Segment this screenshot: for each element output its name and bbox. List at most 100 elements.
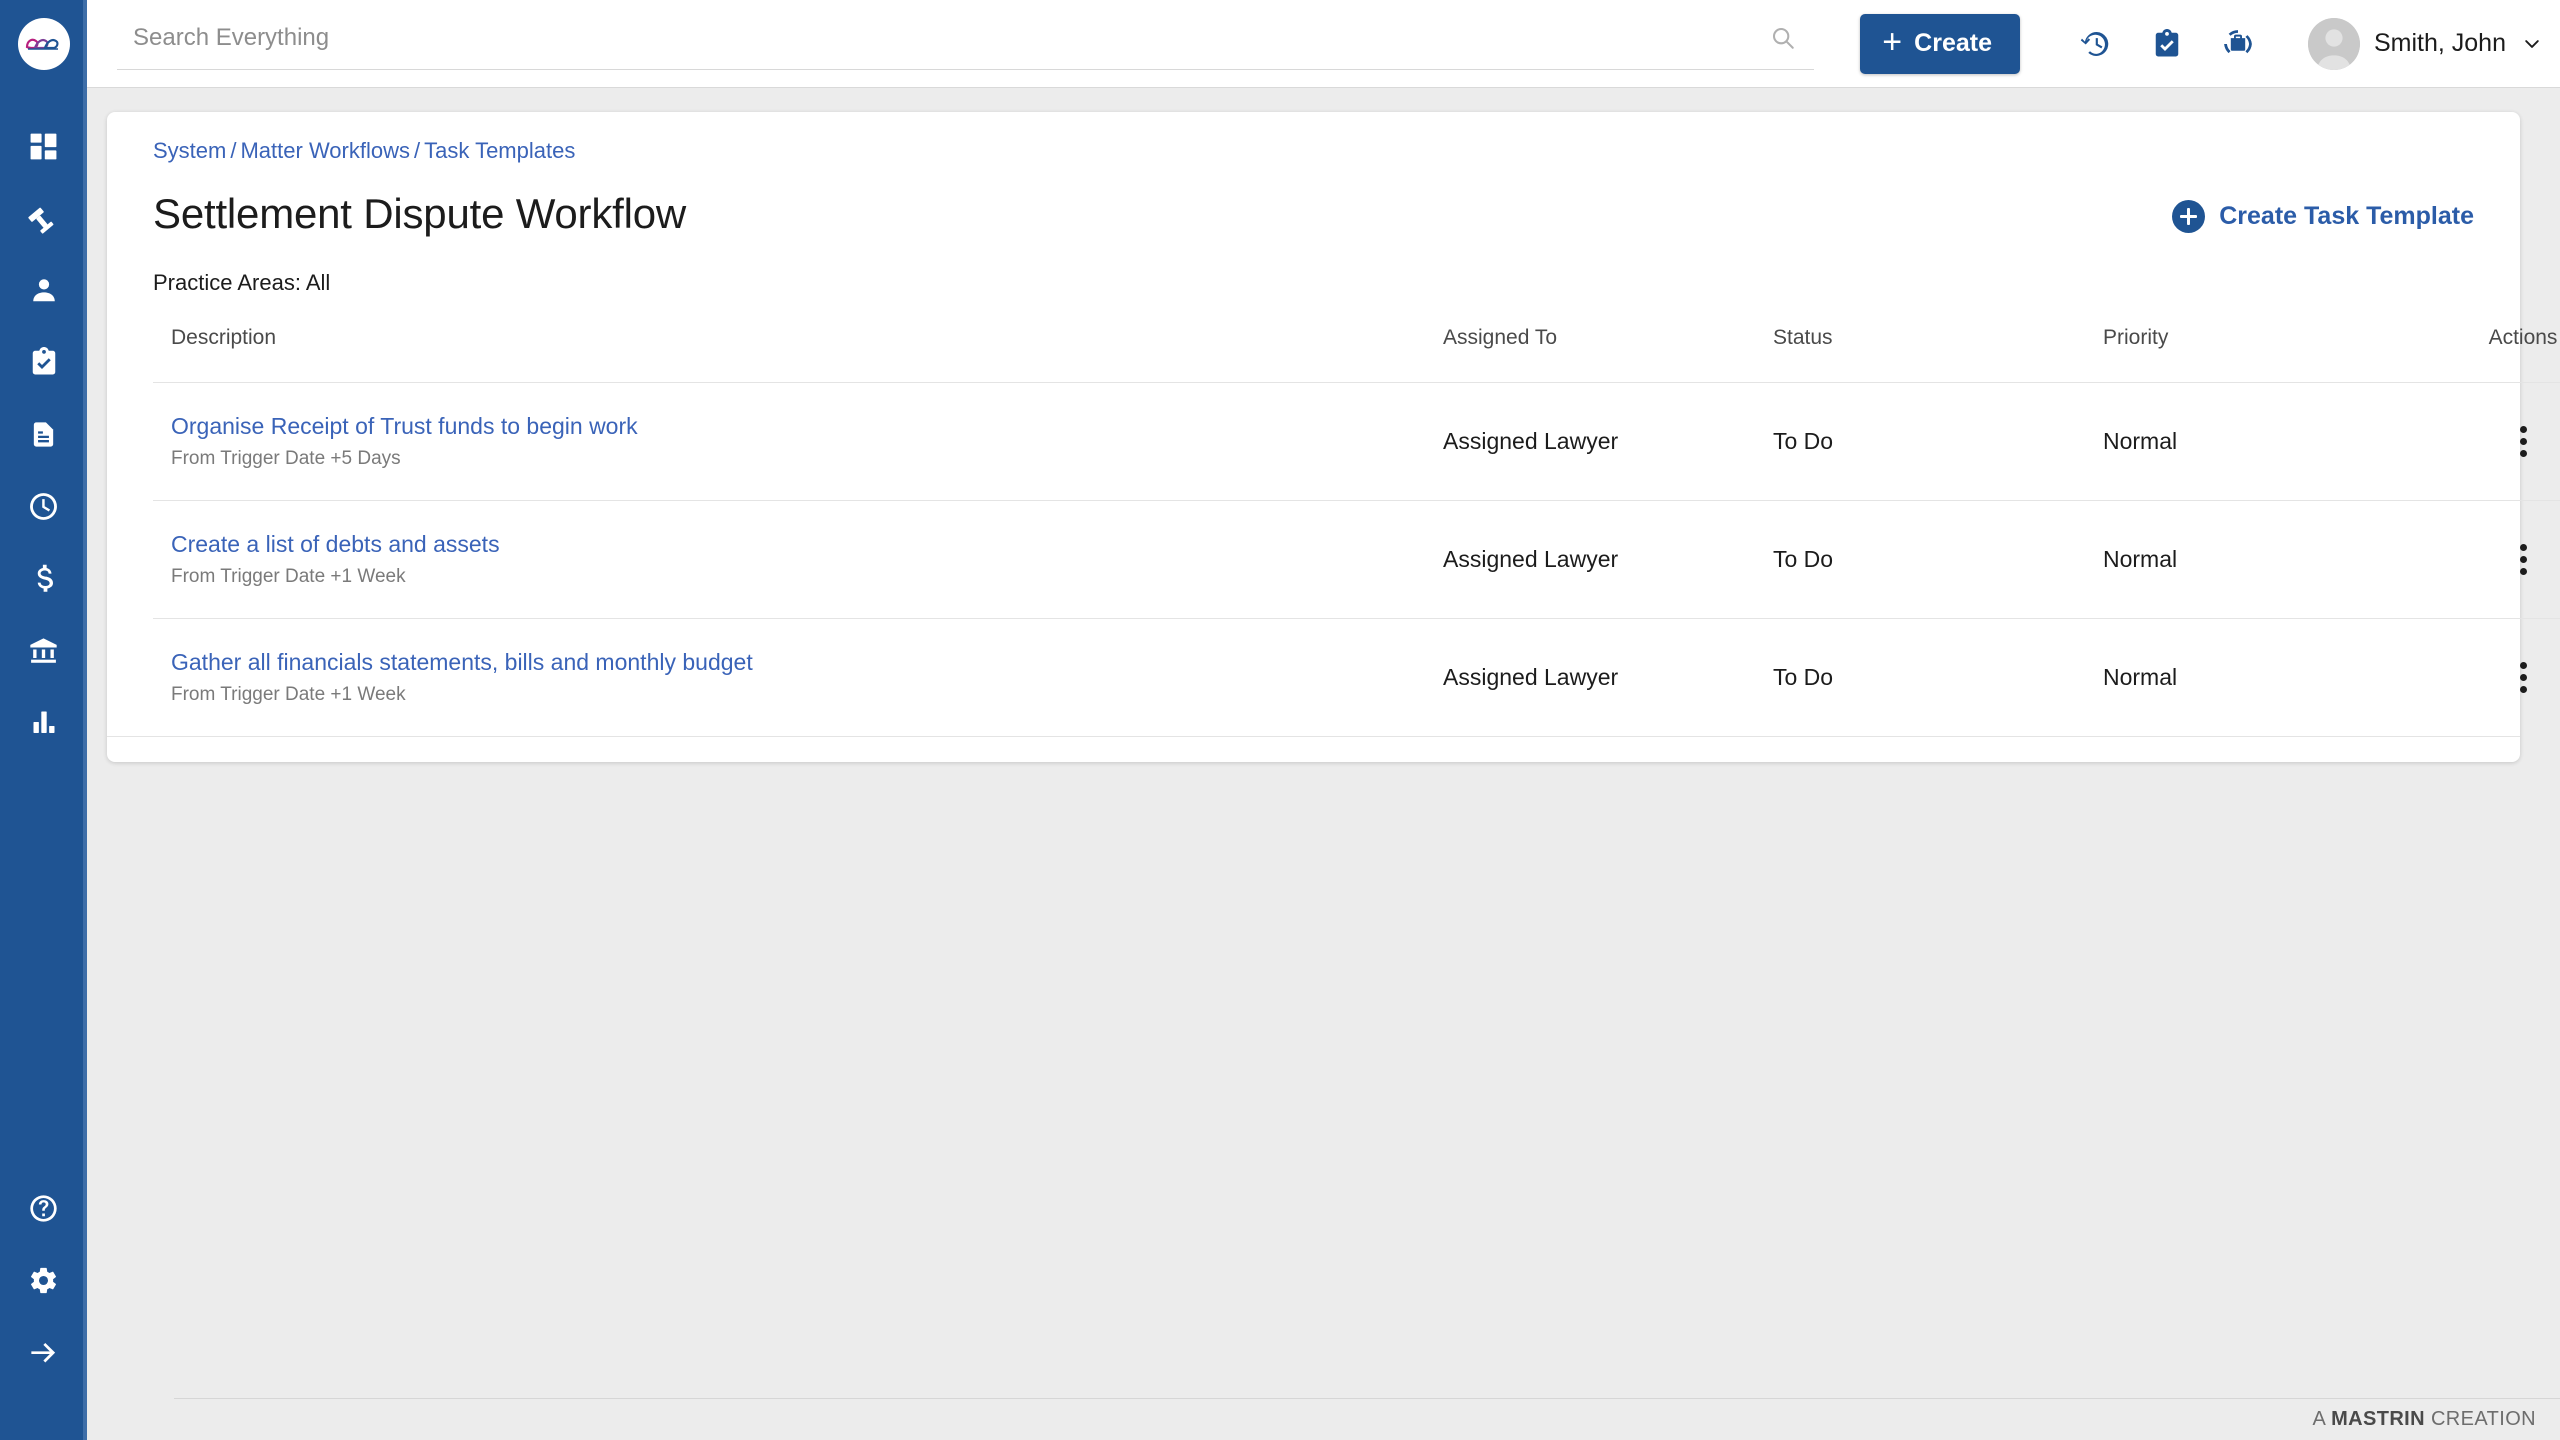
column-header-status[interactable]: Status: [1773, 326, 2103, 383]
sidebar-item-dashboard[interactable]: [0, 110, 87, 182]
main-region: + Create: [87, 0, 2560, 1440]
sidebar-primary-nav: [0, 110, 87, 758]
kebab-menu-icon[interactable]: [2499, 418, 2547, 466]
chevron-down-icon: [2522, 34, 2542, 54]
dollar-icon: [29, 563, 59, 593]
kebab-menu-icon[interactable]: [2499, 654, 2547, 702]
gavel-icon: [27, 202, 60, 234]
bank-icon: [28, 635, 59, 666]
circle-plus-icon: [2172, 200, 2206, 233]
cell-assigned-to: Assigned Lawyer: [1443, 664, 1619, 690]
sidebar-expand-toggle[interactable]: [0, 1316, 87, 1388]
cell-description: Gather all financials statements, bills …: [153, 619, 1443, 737]
cell-status: To Do: [1773, 546, 1834, 572]
left-sidebar: [0, 0, 87, 1440]
clipboard-check-icon[interactable]: [2152, 28, 2182, 59]
avatar: [2307, 17, 2360, 70]
page-title: Settlement Dispute Workflow: [153, 190, 687, 237]
plus-icon: +: [1882, 23, 1903, 61]
table-row[interactable]: Create a list of debts and assets From T…: [153, 500, 2560, 619]
arrow-right-icon: [28, 1337, 59, 1368]
sidebar-item-matters[interactable]: [0, 182, 87, 254]
cell-description: Create a list of debts and assets From T…: [153, 501, 1443, 619]
user-menu[interactable]: Smith, John: [2307, 17, 2542, 70]
top-bar: + Create: [87, 0, 2560, 88]
table-body: Organise Receipt of Trust funds to begin…: [153, 382, 2560, 737]
footer-prefix: A: [2312, 1408, 2332, 1430]
sidebar-item-billing[interactable]: [0, 542, 87, 614]
sidebar-item-help[interactable]: [0, 1172, 87, 1244]
user-name: Smith, John: [2373, 29, 2506, 57]
column-header-description[interactable]: Description: [153, 326, 1443, 383]
footer-brand: MASTRIN: [2331, 1408, 2425, 1430]
kebab-menu-icon[interactable]: [2499, 536, 2547, 584]
sidebar-item-settings[interactable]: [0, 1244, 87, 1316]
breadcrumb-item-system[interactable]: System: [153, 138, 226, 163]
breadcrumb-separator: /: [414, 138, 421, 163]
create-button[interactable]: + Create: [1860, 13, 2020, 74]
sidebar-item-tasks[interactable]: [0, 326, 87, 398]
page-header-row: Settlement Dispute Workflow Create Task …: [153, 190, 2474, 238]
column-header-assigned-to[interactable]: Assigned To: [1443, 326, 1773, 383]
person-icon: [29, 275, 59, 305]
sidebar-item-reports[interactable]: [0, 686, 87, 758]
table-row[interactable]: Organise Receipt of Trust funds to begin…: [153, 382, 2560, 501]
clipboard-check-icon: [29, 347, 59, 377]
cell-actions: [2433, 501, 2560, 619]
sidebar-item-contacts[interactable]: [0, 254, 87, 326]
table-header: Description Assigned To Status Priority …: [153, 326, 2560, 383]
briefcase-circle-icon[interactable]: [2222, 28, 2254, 60]
cell-status: To Do: [1773, 428, 1834, 454]
mastrin-ribbon-logo-icon: [17, 18, 70, 70]
footer-suffix: CREATION: [2424, 1408, 2536, 1430]
task-due-offset: From Trigger Date +1 Week: [171, 566, 406, 587]
cell-priority: Normal: [2103, 428, 2178, 454]
table-header-row: Description Assigned To Status Priority …: [153, 326, 2560, 383]
search-icon[interactable]: [1770, 25, 1814, 61]
breadcrumb-separator: /: [230, 138, 237, 163]
dashboard-grid-icon: [28, 131, 59, 162]
brand-logo[interactable]: [0, 0, 87, 88]
sidebar-secondary-nav: [0, 1172, 87, 1388]
sidebar-item-time[interactable]: [0, 470, 87, 542]
cell-priority: Normal: [2103, 664, 2178, 690]
create-button-label: Create: [1914, 29, 1992, 57]
create-task-template-button[interactable]: Create Task Template: [2172, 190, 2474, 233]
clock-icon: [28, 491, 59, 522]
content-area: System / Matter Workflows / Task Templates S…: [87, 88, 2560, 1440]
task-template-link[interactable]: Create a list of debts and assets: [171, 531, 1443, 558]
app-root: + Create: [0, 0, 2560, 1440]
column-header-actions: Actions: [2488, 326, 2558, 349]
task-due-offset: From Trigger Date +5 Days: [171, 448, 401, 469]
global-search: [117, 18, 1815, 70]
practice-areas-label: Practice Areas: All: [153, 270, 331, 295]
footer-credit: A MASTRIN CREATION: [2312, 1408, 2536, 1431]
gear-icon: [28, 1265, 59, 1296]
cell-actions: [2433, 619, 2560, 737]
sidebar-item-trust[interactable]: [0, 614, 87, 686]
table-footer-spacer: [107, 736, 2520, 762]
task-templates-table: Description Assigned To Status Priority …: [153, 326, 2560, 736]
task-template-link[interactable]: Gather all financials statements, bills …: [171, 649, 1443, 676]
history-clock-icon[interactable]: [2080, 28, 2112, 60]
column-header-priority[interactable]: Priority: [2103, 326, 2433, 383]
task-templates-card: System / Matter Workflows / Task Templates S…: [107, 112, 2560, 762]
cell-actions: [2433, 383, 2560, 501]
cell-priority: Normal: [2103, 546, 2178, 572]
breadcrumb-item-task-templates[interactable]: Task Templates: [424, 138, 575, 163]
breadcrumb-item-matter-workflows[interactable]: Matter Workflows: [240, 138, 410, 163]
topbar-icon-group: [2080, 28, 2254, 60]
cell-assigned-to: Assigned Lawyer: [1443, 428, 1619, 454]
task-due-offset: From Trigger Date +1 Week: [171, 684, 406, 705]
page-footer: A MASTRIN CREATION: [174, 1398, 2560, 1440]
task-template-link[interactable]: Organise Receipt of Trust funds to begin…: [171, 413, 1443, 440]
cell-description: Organise Receipt of Trust funds to begin…: [153, 383, 1443, 501]
table-row[interactable]: Gather all financials statements, bills …: [153, 618, 2560, 737]
search-input[interactable]: [117, 24, 1771, 62]
document-icon: [29, 420, 58, 449]
sidebar-item-documents[interactable]: [0, 398, 87, 470]
cell-status: To Do: [1773, 664, 1834, 690]
bar-chart-icon: [30, 708, 58, 736]
help-circle-icon: [28, 1193, 59, 1224]
create-task-template-label: Create Task Template: [2219, 202, 2474, 230]
